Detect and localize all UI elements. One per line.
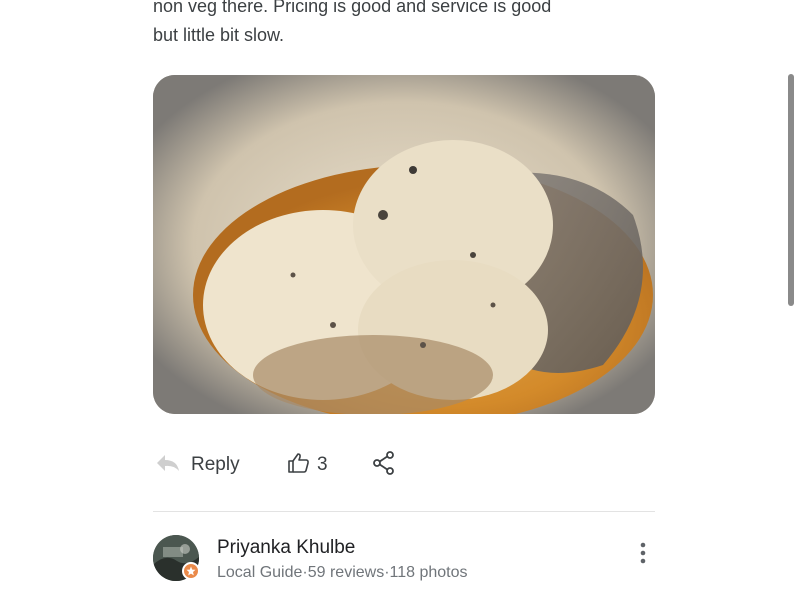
review-text-line: but little bit slow. bbox=[153, 25, 285, 45]
share-button[interactable] bbox=[371, 447, 397, 483]
review-text: non veg there. Pricing is good and servi… bbox=[153, 0, 673, 50]
review-page: non veg there. Pricing is good and servi… bbox=[0, 0, 800, 600]
scrollbar-thumb[interactable] bbox=[788, 74, 794, 306]
review-text-line: non veg there. Pricing is good and servi… bbox=[153, 0, 552, 16]
food-photo-image bbox=[153, 75, 655, 414]
author-name[interactable]: Priyanka Khulbe bbox=[217, 537, 355, 559]
review-actions: Reply 3 bbox=[153, 447, 655, 483]
thumbs-up-icon bbox=[287, 451, 311, 480]
review-author: Priyanka Khulbe Local Guide·59 reviews·1… bbox=[153, 533, 655, 593]
reply-label: Reply bbox=[191, 454, 240, 475]
section-divider bbox=[153, 511, 655, 512]
more-options-button[interactable] bbox=[635, 541, 651, 569]
like-count: 3 bbox=[317, 454, 328, 475]
more-vert-icon bbox=[640, 542, 646, 569]
local-guide-star-icon bbox=[182, 562, 200, 580]
share-icon bbox=[371, 450, 397, 481]
reply-arrow-icon bbox=[155, 453, 181, 478]
like-button[interactable]: 3 bbox=[287, 447, 328, 483]
author-meta: Local Guide·59 reviews·118 photos bbox=[217, 564, 468, 581]
review-photo[interactable] bbox=[153, 75, 655, 414]
reply-button[interactable]: Reply bbox=[155, 447, 240, 483]
